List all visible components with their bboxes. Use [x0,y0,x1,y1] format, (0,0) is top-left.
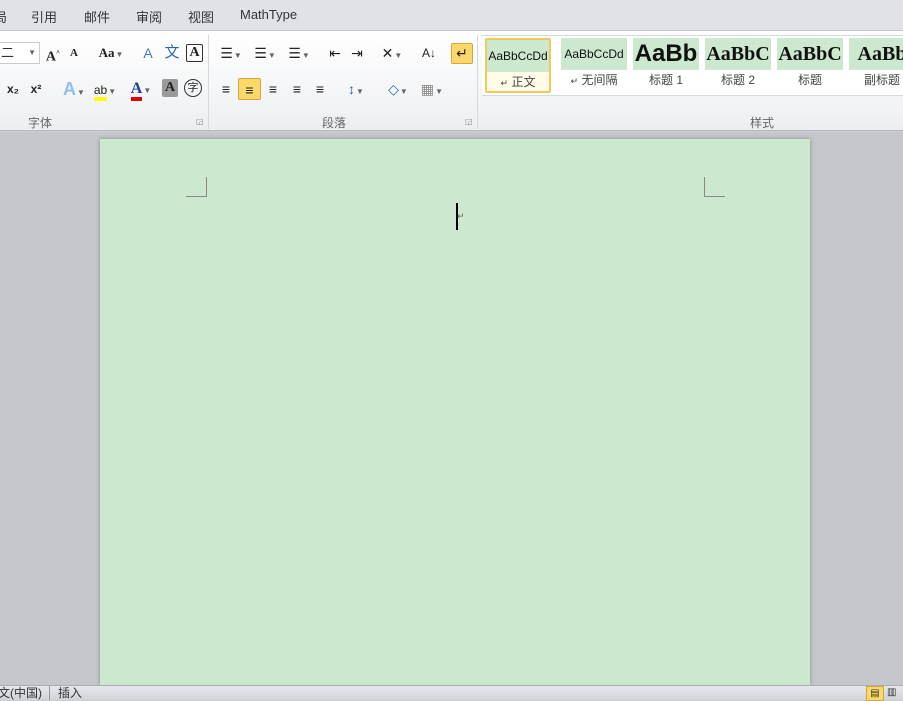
status-bar: 文(中国) 插入 ▤ ▥ [0,685,903,701]
distributed-button[interactable]: ≡ [309,78,331,100]
ribbon: 二 ▼ A^ A Aa▼ A 文 A x₂ x² A▼ ab▼ A▼ A 字 字体… [0,30,903,131]
phonetic-guide-button[interactable]: 文 [162,42,182,64]
insert-mode-indicator[interactable]: 插入 [58,686,82,700]
tab-mailings[interactable]: 邮件 [84,7,110,26]
styles-group-label: 样式 [750,116,775,130]
style-heading-2[interactable]: AaBbC 标题 2 [705,38,771,93]
style-title[interactable]: AaBbC 标题 [777,38,843,93]
enclose-characters-button[interactable]: 字 [184,79,202,97]
align-left-button[interactable]: ≡ [215,78,237,100]
decrease-indent-button[interactable]: ⇤ [325,42,345,64]
bullets-button[interactable]: ☰▼ [217,42,245,64]
superscript-button[interactable]: x² [27,78,45,100]
status-divider [49,686,50,700]
subscript-button[interactable]: x₂ [4,78,22,100]
margin-corner-mark [186,177,207,197]
grow-font-button[interactable]: A^ [44,42,62,65]
line-spacing-button[interactable]: ↕▼ [342,78,370,100]
style-normal[interactable]: AaBbCcDd ↵ 正文 [485,38,551,93]
style-subtitle[interactable]: AaBb 副标题 [849,38,903,93]
multilevel-list-button[interactable]: ☰▼ [285,42,313,64]
margin-corner-mark [704,177,725,197]
eraser-icon: A [143,45,153,61]
show-formatting-marks-button[interactable]: ↵ [451,43,473,64]
character-border-button[interactable]: A [186,44,203,62]
language-indicator[interactable]: 文(中国) [0,686,42,700]
chinese-layout-button[interactable]: ✕▼ [378,42,406,64]
character-shading-button[interactable]: A [162,79,178,97]
increase-indent-button[interactable]: ⇥ [347,42,367,64]
ribbon-tab-bar: 局 引用 邮件 审阅 视图 MathType [0,0,903,30]
group-divider [208,35,209,129]
clear-formatting-button[interactable]: A [138,42,158,64]
align-center-button[interactable]: ≡ [238,78,261,100]
paragraph-group-label: 段落 [322,116,347,130]
chevron-down-icon: ▼ [28,48,36,57]
group-divider [477,35,478,129]
tab-review[interactable]: 审阅 [136,7,162,26]
document-page[interactable]: ↵ [100,139,810,685]
text-effects-button[interactable]: A▼ [60,78,88,100]
font-size-value: 二 [1,45,15,60]
font-dialog-launcher-icon[interactable]: ◲ [196,117,204,126]
borders-button[interactable]: ▦▼ [418,78,446,100]
font-group-label: 字体 [28,116,53,130]
paragraph-dialog-launcher-icon[interactable]: ◲ [465,117,473,126]
styles-gallery: AaBbCcDd ↵ 正文 AaBbCcDd ↵ 无间隔 AaBb 标题 1 AaBb… [482,35,903,96]
numbering-button[interactable]: ☰▼ [251,42,279,64]
tab-view[interactable]: 视图 [188,7,214,26]
font-color-button[interactable]: A▼ [126,78,156,101]
font-size-select[interactable]: 二 ▼ [0,42,40,64]
document-area: ↵ [0,132,903,685]
paragraph-mark: ↵ [457,211,465,221]
style-no-spacing[interactable]: AaBbCcDd ↵ 无间隔 [561,38,627,93]
justify-button[interactable]: ≡ [286,78,308,100]
shading-button[interactable]: ◇▼ [383,78,413,100]
tab-mathtype[interactable]: MathType [240,7,297,22]
tab-references[interactable]: 引用 [31,7,57,26]
shrink-font-button[interactable]: A [66,42,82,64]
style-heading-1[interactable]: AaBb 标题 1 [633,38,699,93]
change-case-button[interactable]: Aa▼ [97,42,125,64]
sort-button[interactable]: A↓ [418,42,440,64]
tab-layout[interactable]: 局 [0,7,7,26]
highlight-button[interactable]: ab▼ [90,78,120,101]
reading-view-icon[interactable]: ▥ [887,686,896,700]
print-layout-view-icon[interactable]: ▤ [866,686,884,701]
align-right-button[interactable]: ≡ [262,78,284,100]
